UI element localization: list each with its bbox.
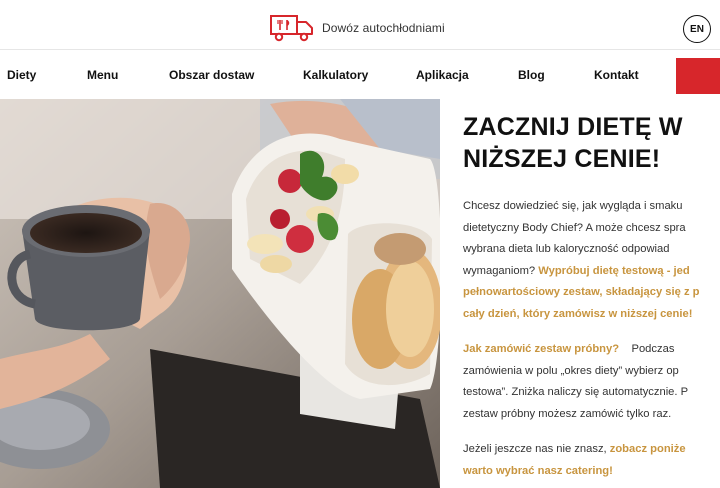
top-bar: Dowóz autochłodniami EN — [0, 0, 720, 50]
nav-item-obszar-dostaw[interactable]: Obszar dostaw — [169, 68, 254, 82]
text-line: zamówienia w polu „okres diety” wybierz … — [463, 364, 679, 377]
nav-item-aplikacja[interactable]: Aplikacja — [416, 68, 469, 82]
text-fragment: Jeżeli jeszcze nas nie znasz, — [463, 443, 607, 455]
delivery-truck-icon — [270, 14, 314, 42]
highlight-text: pełnowartościowy zestaw, składający się … — [463, 286, 700, 298]
how-to-order-paragraph: Jak zamówić zestaw próbny? Podczas zamów… — [463, 339, 720, 425]
text-fragment: wymaganiom? — [463, 264, 536, 277]
page-title-line-1: ZACZNIJ DIETĘ W — [463, 113, 683, 141]
text-line: Jak zamówić zestaw próbny? Podczas — [463, 339, 720, 361]
text-line: wybrana dieta lub kaloryczność odpowiad — [463, 243, 670, 255]
language-switch-button[interactable]: EN — [683, 15, 711, 43]
text-line: zestaw próbny możesz zamówić tylko raz. — [463, 407, 672, 420]
page-title: ZACZNIJ DIETĘ W NIŻSZEJ CENIE! — [463, 111, 720, 175]
text-line: testowa”. Zniżka naliczy się automatyczn… — [463, 386, 689, 398]
delivery-promo: Dowóz autochłodniami — [270, 14, 445, 42]
intro-paragraph: Chcesz dowiedzieć się, jak wygląda i sma… — [463, 196, 720, 325]
see-more-link[interactable]: warto wybrać nasz catering! — [463, 461, 720, 483]
nav-item-menu[interactable]: Menu — [87, 68, 118, 82]
about-paragraph: Jeżeli jeszcze nas nie znasz, zobacz pon… — [463, 439, 720, 482]
text-line: dietetyczny Body Chief? A może chcesz sp… — [463, 221, 686, 234]
promo-content: ZACZNIJ DIETĘ W NIŻSZEJ CENIE! Chcesz do… — [440, 99, 720, 488]
text-line: Chcesz dowiedzieć się, jak wygląda i sma… — [463, 200, 683, 212]
nav-item-diety[interactable]: Diety — [7, 68, 36, 82]
text-line: Jeżeli jeszcze nas nie znasz, zobacz pon… — [463, 439, 720, 461]
hero-image — [0, 99, 440, 488]
see-more-link[interactable]: zobacz poniże — [610, 443, 686, 455]
text-fragment: Podczas — [631, 343, 675, 355]
order-cta-button[interactable] — [676, 58, 720, 94]
main-navigation: Diety Menu Obszar dostaw Kalkulatory Apl… — [0, 51, 720, 99]
delivery-promo-text: Dowóz autochłodniami — [322, 21, 445, 35]
highlight-text: cały dzień, który zamówisz w niższej cen… — [463, 307, 693, 320]
nav-item-kalkulatory[interactable]: Kalkulatory — [303, 68, 368, 82]
text-line: wymaganiom? Wypróbuj dietę testową - jed — [463, 261, 720, 283]
highlight-text: Wypróbuj dietę testową - jed — [538, 264, 690, 277]
nav-item-kontakt[interactable]: Kontakt — [594, 68, 639, 82]
page-title-line-2: NIŻSZEJ CENIE! — [463, 145, 661, 173]
nav-item-blog[interactable]: Blog — [518, 68, 545, 82]
highlight-text: Jak zamówić zestaw próbny? — [463, 343, 620, 355]
